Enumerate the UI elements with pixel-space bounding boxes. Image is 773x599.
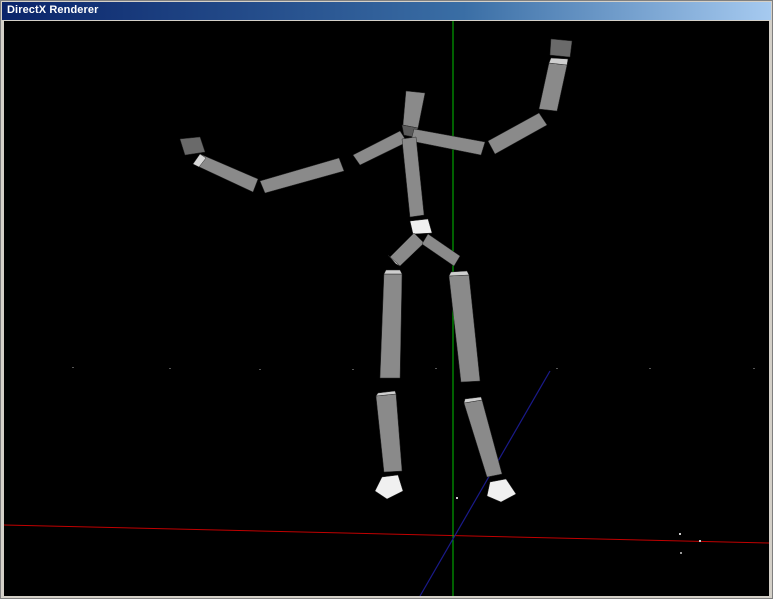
render-viewport[interactable]: [4, 21, 769, 596]
bone-left-upper-arm: [259, 157, 345, 194]
bone-right-clavicle: [410, 128, 486, 156]
bone-right-shin: [463, 399, 503, 478]
bone-right-foot: [486, 478, 517, 503]
renderer-window: DirectX Renderer: [0, 0, 773, 599]
scene-canvas: [4, 21, 769, 596]
bone-left-shin: [375, 393, 403, 473]
bone-left-hand: [179, 136, 206, 156]
z-axis: [419, 370, 551, 596]
bone-left-hip: [389, 232, 425, 267]
bone-left-foot: [374, 474, 404, 500]
bone-spine: [401, 136, 425, 218]
bone-right-thigh-top: [448, 270, 470, 277]
bone-left-thigh-top: [383, 269, 403, 275]
bone-left-thigh: [379, 273, 403, 379]
bone-right-upper-arm: [487, 112, 548, 155]
bone-pelvis: [409, 218, 433, 235]
bone-head: [402, 90, 426, 129]
bone-right-thigh: [448, 274, 481, 383]
bone-right-forearm: [538, 62, 568, 112]
bone-right-hand: [549, 38, 573, 58]
window-title: DirectX Renderer: [7, 4, 99, 16]
bone-left-clavicle: [352, 130, 408, 166]
x-axis: [4, 524, 769, 544]
title-bar[interactable]: DirectX Renderer: [2, 2, 771, 20]
bone-right-hip: [421, 233, 461, 267]
skeleton: [179, 38, 573, 503]
grid-dots: [72, 367, 755, 554]
